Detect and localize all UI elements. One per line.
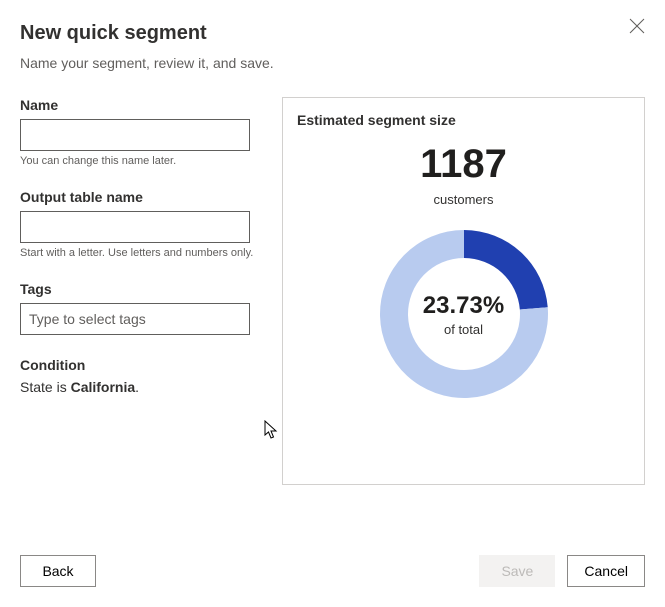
page-title: New quick segment: [20, 22, 645, 45]
output-table-helper: Start with a letter. Use letters and num…: [20, 247, 256, 259]
form-column: Name You can change this name later. Out…: [20, 97, 256, 485]
estimate-count-label: customers: [297, 192, 630, 207]
condition-value: California: [71, 379, 136, 395]
page-subtitle: Name your segment, review it, and save.: [20, 55, 645, 71]
output-table-label: Output table name: [20, 189, 256, 205]
condition-label: Condition: [20, 357, 256, 373]
estimate-count: 1187: [297, 144, 630, 184]
tags-input[interactable]: [20, 303, 250, 335]
back-button[interactable]: Back: [20, 555, 96, 587]
close-icon[interactable]: [629, 18, 647, 36]
name-helper: You can change this name later.: [20, 155, 256, 167]
name-input[interactable]: [20, 119, 250, 151]
condition-text: State is California.: [20, 379, 256, 395]
dialog-footer: Back Save Cancel: [20, 555, 645, 587]
condition-prefix: State is: [20, 379, 71, 395]
quick-segment-panel: New quick segment Name your segment, rev…: [0, 0, 665, 607]
name-label: Name: [20, 97, 256, 113]
cancel-button[interactable]: Cancel: [567, 555, 645, 587]
estimate-donut-chart: 23.73% of total: [297, 219, 630, 409]
tags-label: Tags: [20, 281, 256, 297]
condition-suffix: .: [135, 379, 139, 395]
donut-slice-segment: [464, 230, 548, 310]
estimate-title: Estimated segment size: [297, 112, 630, 128]
save-button: Save: [479, 555, 555, 587]
estimate-card: Estimated segment size 1187 customers 23…: [282, 97, 645, 485]
output-table-input[interactable]: [20, 211, 250, 243]
